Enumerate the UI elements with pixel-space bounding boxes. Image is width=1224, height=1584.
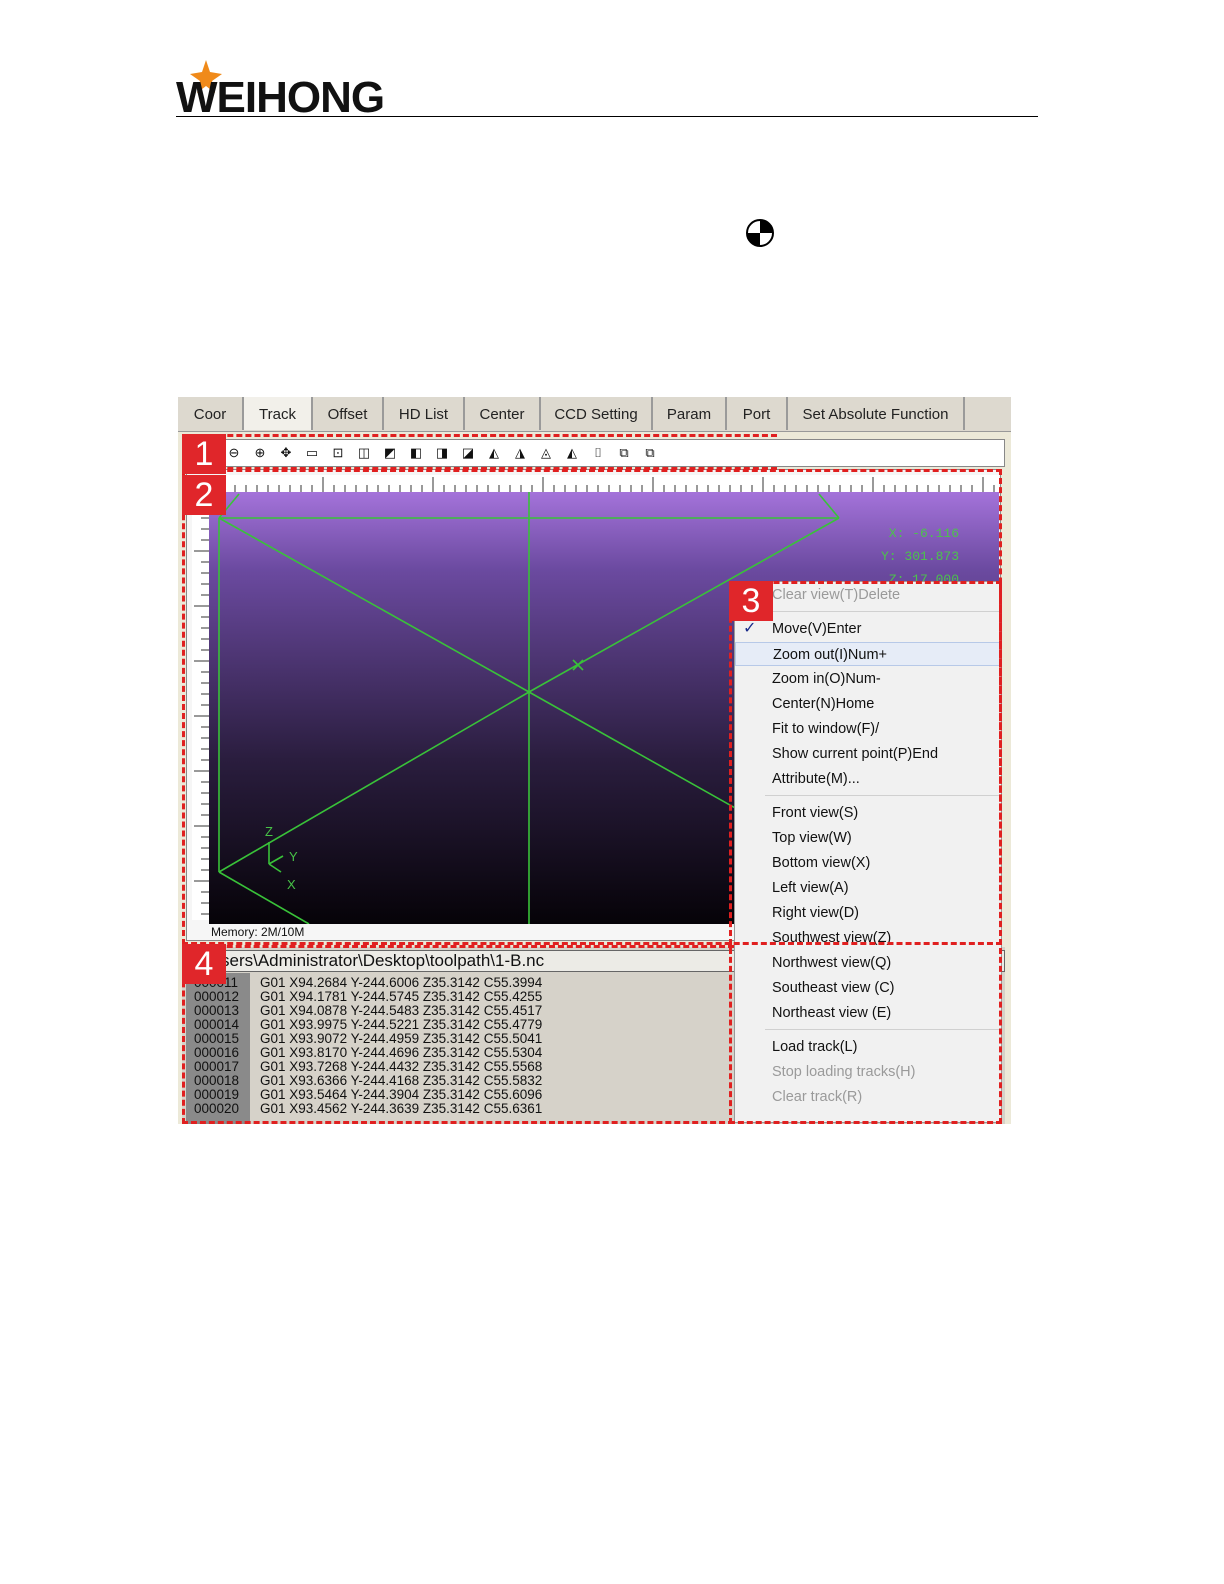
logo-text: WEIHONG <box>176 73 384 120</box>
callout-box-1 <box>182 434 777 470</box>
callout-3: 3 <box>729 581 773 621</box>
tab-hd-list[interactable]: HD List <box>384 397 465 430</box>
header-rule <box>176 116 1038 117</box>
callout-4: 4 <box>182 944 226 984</box>
tab-center[interactable]: Center <box>465 397 541 430</box>
tab-param[interactable]: Param <box>653 397 727 430</box>
callout-box-3 <box>729 581 1002 1124</box>
tab-ccd-setting[interactable]: CCD Setting <box>541 397 653 430</box>
callout-1: 1 <box>182 434 226 474</box>
track-window: Coor Track Offset HD List Center CCD Setting P… <box>178 397 1011 1124</box>
tab-set-absolute-function[interactable]: Set Absolute Function <box>788 397 965 430</box>
tab-coor[interactable]: Coor <box>178 397 244 430</box>
weihong-logo: WEIHONG <box>176 60 385 120</box>
callout-box-4 <box>182 945 734 1124</box>
callout-2: 2 <box>182 475 226 515</box>
center-marker-icon <box>746 219 774 247</box>
tab-port[interactable]: Port <box>727 397 788 430</box>
tab-track[interactable]: Track <box>244 397 313 430</box>
tab-offset[interactable]: Offset <box>313 397 384 430</box>
tab-bar: Coor Track Offset HD List Center CCD Setting P… <box>178 397 1011 432</box>
